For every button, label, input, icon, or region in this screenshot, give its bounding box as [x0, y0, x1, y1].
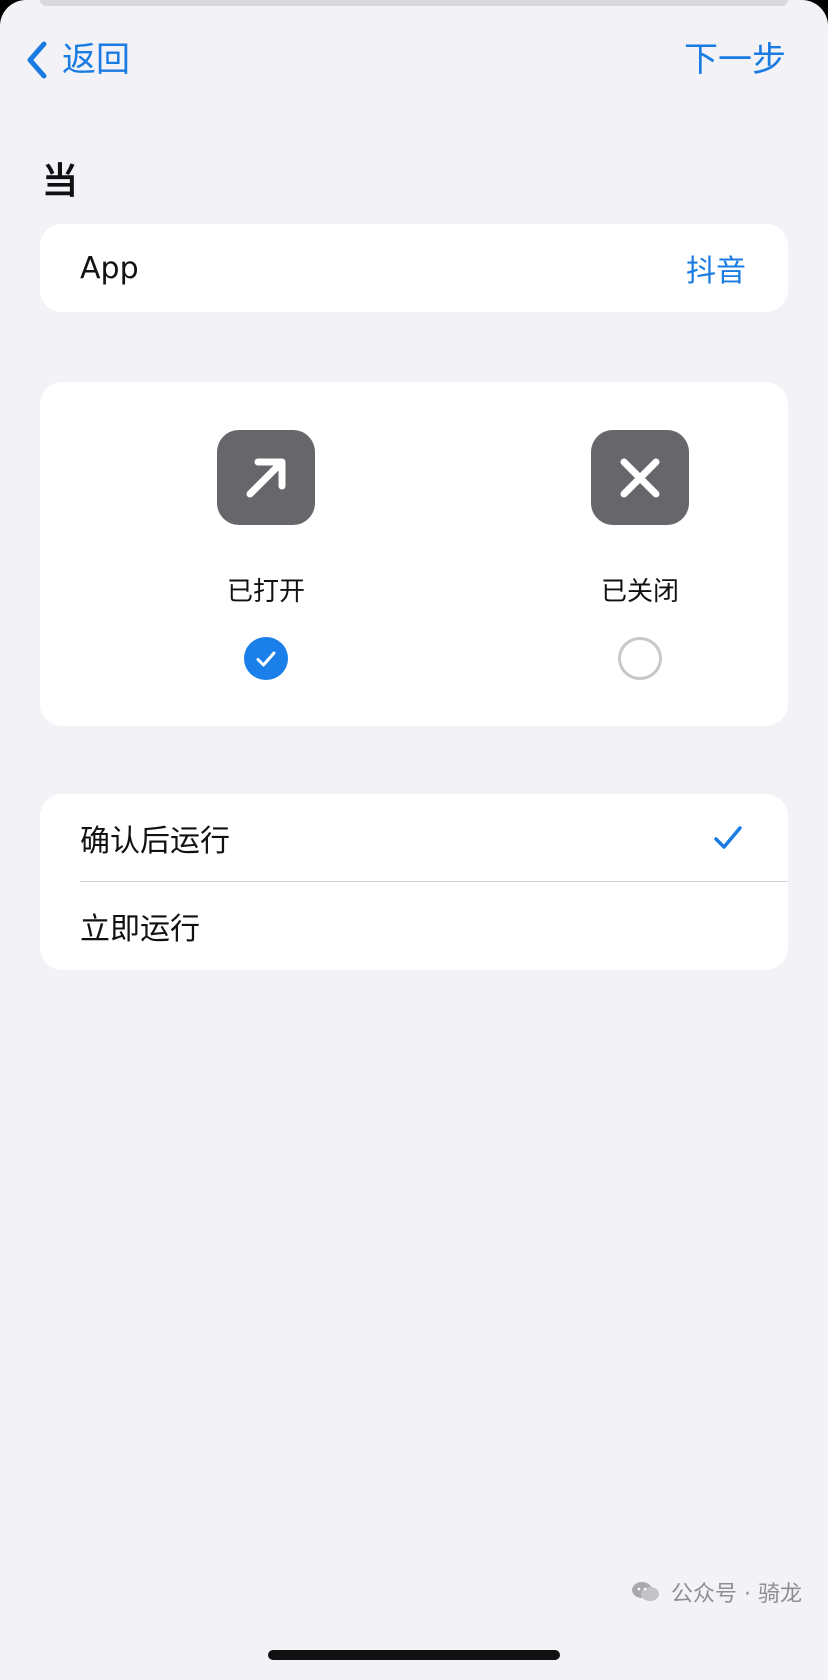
run-option-immediate-label: 立即运行 [80, 912, 200, 947]
run-option-confirm-label: 确认后运行 [80, 824, 230, 859]
home-indicator[interactable] [268, 1650, 560, 1660]
watermark-text: 公众号 · 骑龙 [671, 1582, 802, 1607]
wechat-icon [632, 1582, 660, 1601]
option-closed-radio[interactable] [618, 637, 662, 680]
app-card: App 抖音 [40, 224, 788, 312]
run-option-confirm[interactable]: 确认后运行 [40, 794, 788, 882]
run-mode-card: 确认后运行 立即运行 [40, 794, 788, 970]
back-label: 返回 [62, 40, 130, 80]
x-mark-icon [591, 430, 689, 526]
option-opened[interactable]: 已打开 [176, 430, 356, 680]
back-button[interactable]: 返回 [24, 38, 130, 82]
sheet-top-edge [40, 0, 788, 6]
app-row-label: App [80, 250, 139, 286]
app-state-card: 已打开 已关闭 [40, 382, 788, 726]
chevron-left-icon [24, 40, 50, 80]
watermark: 公众号 · 骑龙 [631, 1576, 802, 1608]
section-title: 当 [42, 161, 79, 202]
option-opened-label: 已打开 [226, 577, 305, 608]
option-closed[interactable]: 已关闭 [550, 430, 730, 680]
app-row-value: 抖音 [686, 254, 746, 289]
option-closed-label: 已关闭 [600, 577, 679, 608]
checkmark-icon [256, 651, 276, 667]
checkmark-icon [712, 822, 744, 854]
next-button[interactable]: 下一步 [684, 38, 786, 82]
modal-sheet: 返回 下一步 当 App 抖音 已打开 已关闭 确认后运行 立即运行 公众号 ·… [0, 0, 828, 1680]
option-opened-radio[interactable] [244, 637, 288, 680]
navigation-bar: 返回 下一步 [0, 30, 828, 90]
arrow-up-right-icon [217, 430, 315, 526]
run-option-immediate[interactable]: 立即运行 [40, 882, 788, 970]
app-row[interactable]: App 抖音 [40, 224, 788, 312]
